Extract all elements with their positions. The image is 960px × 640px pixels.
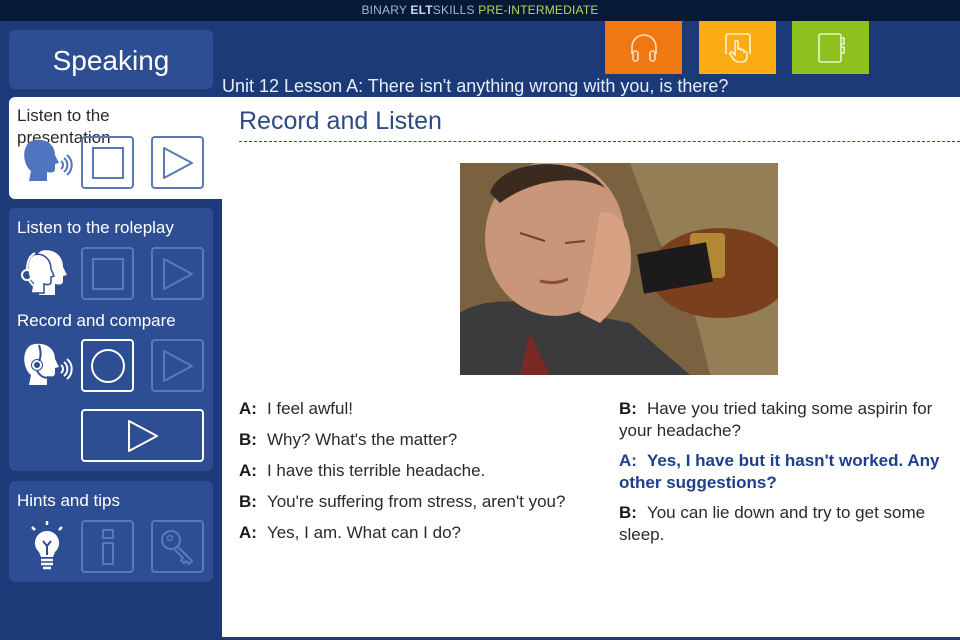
lesson-photo	[460, 163, 778, 375]
presentation-stop-button[interactable]	[81, 136, 134, 189]
panel-hints: Hints and tips	[9, 481, 213, 582]
panel-roleplay-label: Listen to the roleplay	[17, 218, 174, 237]
activity-title: Record and Listen	[239, 107, 442, 135]
dialog-line: A: I have this terrible headache.	[239, 460, 609, 482]
stop-icon	[91, 146, 124, 179]
speaker-label: A:	[239, 523, 257, 542]
speaker-label: B:	[619, 399, 637, 418]
dialog-text: Have you tried taking some aspirin for y…	[619, 399, 933, 440]
dialog-text: I have this terrible headache.	[266, 461, 486, 480]
compare-play-button[interactable]	[151, 339, 204, 392]
speaker-label: B:	[239, 492, 257, 511]
info-button[interactable]	[81, 520, 134, 573]
play-icon	[162, 146, 193, 179]
dialog-line: B: You can lie down and try to get some s…	[619, 502, 954, 546]
roleplay-play-button[interactable]	[151, 247, 204, 300]
play-icon	[162, 257, 193, 290]
app-level: PRE-INTERMEDIATE	[478, 3, 599, 17]
dialog-text: Yes, I have but it hasn't worked. Any ot…	[619, 451, 940, 492]
app-header-bar: BINARY ELTSKILLS PRE-INTERMEDIATE	[0, 0, 960, 21]
stop-icon	[91, 257, 124, 290]
dialog-line: A: Yes, I am. What can I do?	[239, 522, 609, 544]
panel-roleplay: Listen to the roleplay Record and compar…	[9, 208, 213, 471]
headphones-icon	[630, 33, 657, 62]
sidebar: Speaking Listen to the presentation List…	[0, 21, 222, 640]
dialog-text: Why? What's the matter?	[266, 430, 458, 449]
speaker-label: A:	[239, 461, 257, 480]
roleplay-stop-button[interactable]	[81, 247, 134, 300]
compare-playback-button[interactable]	[81, 409, 204, 462]
speaking-head-icon	[17, 133, 73, 189]
record-button[interactable]	[81, 339, 134, 392]
play-icon	[162, 349, 193, 382]
title-divider	[239, 141, 960, 142]
speaker-label: A:	[619, 451, 637, 470]
record-circle-icon	[90, 348, 125, 383]
listen-tile-button[interactable]	[605, 21, 682, 74]
key-icon	[160, 529, 193, 565]
practice-tile-button[interactable]	[699, 21, 776, 74]
app-brand: BINARY ELTSKILLS	[361, 3, 479, 17]
notebook-tile-button[interactable]	[792, 21, 869, 74]
dialog-line-highlighted: A: Yes, I have but it hasn't worked. Any …	[619, 450, 954, 494]
dialog-line: A: I feel awful!	[239, 398, 609, 420]
panel-compare-label: Record and compare	[17, 311, 176, 330]
two-heads-headset-icon	[17, 245, 73, 301]
dialog-right-column: B: Have you tried taking some aspirin for…	[619, 398, 954, 554]
speaker-label: B:	[619, 503, 637, 522]
lesson-title: Unit 12 Lesson A: There isn't anything w…	[222, 76, 729, 96]
dialog-left-column: A: I feel awful! B: Why? What's the matter…	[239, 398, 609, 553]
panel-hints-label: Hints and tips	[17, 491, 120, 510]
content-panel: Record and Listen A: I feel awful! B: Why?…	[222, 97, 960, 637]
play-icon	[127, 419, 158, 452]
dialog-line: B: Have you tried taking some aspirin for…	[619, 398, 954, 442]
speaker-label: B:	[239, 430, 257, 449]
info-icon	[101, 528, 114, 565]
dialog-line: B: You're suffering from stress, aren't y…	[239, 491, 609, 513]
notebook-icon	[817, 32, 845, 63]
dialog-line: B: Why? What's the matter?	[239, 429, 609, 451]
speaker-label: A:	[239, 399, 257, 418]
dialog-text: You can lie down and try to get some sle…	[619, 503, 926, 544]
lightbulb-icon[interactable]	[19, 519, 75, 575]
dialog-text: Yes, I am. What can I do?	[266, 523, 461, 542]
panel-presentation[interactable]: Listen to the presentation	[9, 97, 222, 199]
answer-key-button[interactable]	[151, 520, 204, 573]
dialog-text: I feel awful!	[266, 399, 353, 418]
presentation-play-button[interactable]	[151, 136, 204, 189]
section-title: Speaking	[9, 30, 213, 89]
dialog-text: You're suffering from stress, aren't you…	[266, 492, 566, 511]
touch-hand-icon	[724, 32, 751, 63]
headset-speaking-icon	[17, 337, 73, 393]
